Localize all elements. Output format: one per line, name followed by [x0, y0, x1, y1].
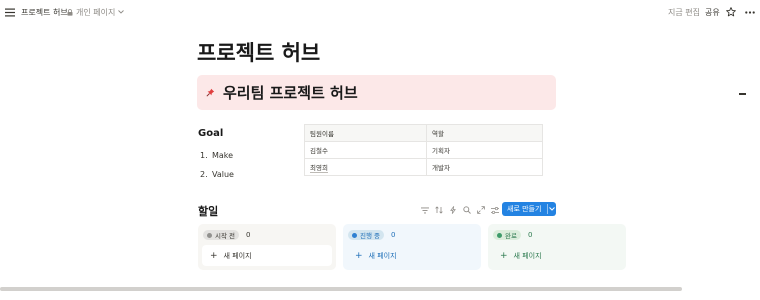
column-count: 0 — [527, 231, 533, 239]
board-column-done: 완료 0 + 새 페이지 — [488, 224, 626, 270]
new-page-button[interactable]: + 새 페이지 — [202, 245, 332, 266]
board-column-in-progress: 진행 중 0 + 새 페이지 — [343, 224, 481, 270]
top-bar: 프로젝트 허브 개인 페이지 지금 편집 공유 — [0, 0, 760, 24]
table-cell[interactable]: 최영희 — [304, 158, 427, 176]
goal-list-item[interactable]: 2. Value — [200, 165, 234, 184]
pushpin-icon — [206, 88, 215, 97]
goal-item-text: Value — [212, 170, 234, 179]
new-button[interactable]: 새로 만들기 — [502, 202, 556, 216]
sort-icon[interactable] — [432, 204, 446, 216]
callout-title: 우리팀 프로젝트 허브 — [223, 84, 358, 102]
goal-item-number: 2. — [200, 170, 208, 179]
plus-icon: + — [355, 250, 363, 261]
column-header[interactable]: 완료 0 — [493, 230, 532, 240]
status-badge: 시작 전 — [203, 230, 240, 240]
goal-item-text: Make — [212, 151, 234, 160]
expand-icon[interactable] — [474, 204, 488, 216]
page-title[interactable]: 프로젝트 허브 — [197, 37, 320, 67]
status-badge: 진행 중 — [348, 230, 385, 240]
horizontal-scrollbar[interactable] — [0, 287, 682, 291]
chevron-down-icon — [118, 10, 125, 14]
plus-icon: + — [500, 250, 508, 261]
plus-icon: + — [210, 250, 218, 261]
table-header-cell[interactable]: 역할 — [426, 124, 543, 142]
status-dot-icon — [207, 232, 212, 238]
table-header-cell[interactable]: 팀원이름 — [304, 124, 427, 142]
new-button-label: 새로 만들기 — [507, 205, 542, 213]
more-icon[interactable] — [745, 0, 755, 24]
column-header[interactable]: 진행 중 0 — [348, 230, 395, 240]
status-badge: 완료 — [493, 230, 521, 240]
goal-item-number: 1. — [200, 151, 208, 160]
column-header[interactable]: 시작 전 0 — [203, 230, 250, 240]
goal-heading: Goal — [198, 128, 224, 139]
edited-status: 지금 편집 — [668, 7, 700, 17]
name-text: 최영희 — [310, 164, 328, 173]
status-label: 완료 — [505, 232, 517, 240]
collapse-marker[interactable] — [739, 93, 746, 95]
status-label: 시작 전 — [215, 232, 236, 240]
table-cell[interactable]: 김철수 — [304, 141, 427, 159]
status-dot-icon — [497, 232, 502, 238]
table-row: 최영희 개발자 — [304, 158, 543, 176]
star-icon[interactable] — [726, 0, 736, 24]
lightning-icon[interactable] — [446, 204, 460, 216]
board-column-not-started: 시작 전 0 + 새 페이지 — [198, 224, 336, 270]
settings-icon[interactable] — [488, 204, 502, 216]
table-cell[interactable]: 개발자 — [426, 158, 543, 176]
search-icon[interactable] — [460, 204, 474, 216]
status-label: 진행 중 — [360, 232, 381, 240]
goal-list: 1. Make 2. Value — [200, 146, 234, 184]
callout-block[interactable]: 우리팀 프로젝트 허브 — [197, 75, 556, 110]
team-table: 팀원이름 역할 김철수 기획자 최영희 개발자 — [304, 124, 543, 176]
table-header-row: 팀원이름 역할 — [304, 124, 543, 142]
table-row: 김철수 기획자 — [304, 141, 543, 159]
new-page-label: 새 페이지 — [223, 251, 252, 260]
todo-heading[interactable]: 할일 — [198, 203, 218, 219]
breadcrumb-page[interactable]: 프로젝트 허브 — [21, 0, 68, 24]
workspace-selector[interactable]: 개인 페이지 — [67, 0, 125, 24]
status-dot-icon — [352, 232, 357, 238]
new-page-label: 새 페이지 — [368, 251, 397, 260]
new-page-button[interactable]: + 새 페이지 — [347, 245, 477, 266]
sidebar-menu-icon[interactable] — [5, 0, 15, 24]
table-cell[interactable]: 기획자 — [426, 141, 543, 159]
new-page-label: 새 페이지 — [513, 251, 542, 260]
lock-icon — [67, 8, 73, 16]
share-button[interactable]: 공유 — [705, 0, 720, 24]
goal-list-item[interactable]: 1. Make — [200, 146, 234, 165]
column-count: 0 — [391, 231, 396, 239]
chevron-down-icon[interactable] — [548, 207, 556, 211]
column-count: 0 — [246, 231, 251, 239]
new-page-button[interactable]: + 새 페이지 — [492, 245, 622, 266]
database-toolbar — [418, 204, 502, 216]
workspace-label: 개인 페이지 — [76, 7, 116, 17]
filter-icon[interactable] — [418, 204, 432, 216]
